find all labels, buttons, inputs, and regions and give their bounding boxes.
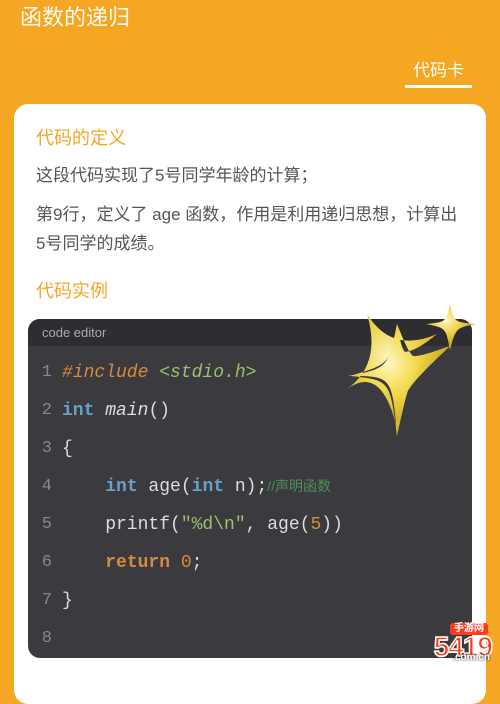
line-number: 3: [28, 439, 62, 458]
line-content: #include <stdio.h>: [62, 363, 472, 383]
code-line[interactable]: 6 return 0;: [28, 544, 472, 582]
definition-paragraph-2: 第9行，定义了 age 函数，作用是利用递归思想，计算出5号同学的成绩。: [36, 201, 464, 259]
line-content: {: [62, 439, 472, 459]
code-line[interactable]: 3{: [28, 430, 472, 468]
watermark: 手游网 5419 .com.cn: [434, 633, 492, 661]
editor-header: code editor: [28, 319, 472, 346]
watermark-sub: .com.cn: [452, 653, 490, 663]
code-line[interactable]: 7}: [28, 582, 472, 620]
line-number: 5: [28, 515, 62, 534]
definition-paragraph-1: 这段代码实现了5号同学年龄的计算；: [36, 162, 464, 191]
line-content: [62, 629, 472, 649]
line-content: printf("%d\n", age(5)): [62, 515, 472, 535]
tab-code-card[interactable]: 代码卡: [405, 52, 472, 88]
line-number: 2: [28, 401, 62, 420]
code-lines[interactable]: 1#include <stdio.h>2int main()3{4 int ag…: [28, 346, 472, 658]
content-card: 代码的定义 这段代码实现了5号同学年龄的计算； 第9行，定义了 age 函数，作…: [14, 104, 486, 704]
line-content: }: [62, 591, 472, 611]
line-number: 4: [28, 477, 62, 496]
line-number: 6: [28, 553, 62, 572]
line-content: int main(): [62, 401, 472, 421]
line-number: 8: [28, 629, 62, 648]
line-content: int age(int n);//声明函数: [62, 476, 472, 497]
tab-row: 代码卡: [0, 40, 500, 96]
example-title: 代码实例: [36, 277, 464, 303]
line-number: 1: [28, 363, 62, 382]
line-number: 7: [28, 591, 62, 610]
code-line[interactable]: 5 printf("%d\n", age(5)): [28, 506, 472, 544]
watermark-tag: 手游网: [450, 623, 488, 635]
code-line[interactable]: 4 int age(int n);//声明函数: [28, 468, 472, 506]
page-title: 函数的递归: [20, 0, 130, 32]
code-line[interactable]: 8: [28, 620, 472, 658]
code-editor: code editor 1#include <stdio.h>2int main…: [28, 319, 472, 658]
code-line[interactable]: 1#include <stdio.h>: [28, 354, 472, 392]
code-line[interactable]: 2int main(): [28, 392, 472, 430]
page-header: 函数的递归: [0, 0, 500, 40]
definition-title: 代码的定义: [36, 124, 464, 150]
line-content: return 0;: [62, 553, 472, 573]
